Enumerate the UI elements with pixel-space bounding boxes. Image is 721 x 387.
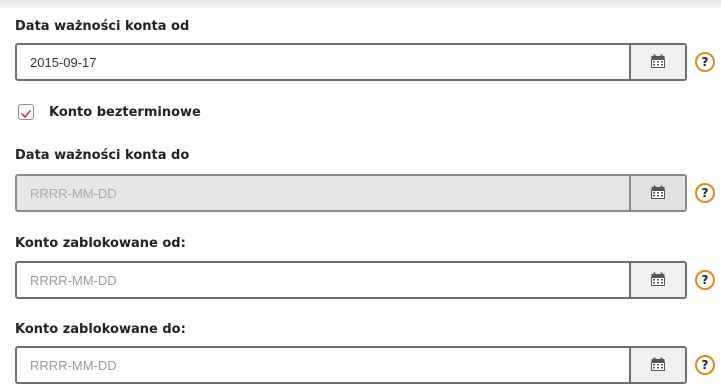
calendar-icon (651, 356, 665, 375)
valid-from-help-icon[interactable]: ? (695, 52, 715, 72)
calendar-icon (651, 184, 665, 203)
blocked-from-group (15, 261, 687, 299)
checkmark-icon (21, 103, 31, 122)
valid-from-input[interactable] (17, 45, 629, 79)
valid-from-calendar-button[interactable] (629, 45, 685, 79)
calendar-icon (651, 53, 665, 72)
blocked-to-label: Konto zablokowane do: (15, 322, 186, 337)
valid-to-group (15, 174, 687, 212)
blocked-from-input[interactable] (17, 263, 629, 297)
valid-to-help-icon[interactable]: ? (695, 183, 715, 203)
blocked-to-calendar-button[interactable] (629, 348, 685, 382)
blocked-from-help-icon[interactable]: ? (695, 270, 715, 290)
blocked-to-help-icon[interactable]: ? (695, 355, 715, 375)
blocked-from-calendar-button[interactable] (629, 263, 685, 297)
unlimited-checkbox-row[interactable]: Konto bezterminowe (18, 104, 201, 120)
top-edge-shadow (0, 0, 721, 10)
valid-to-label: Data ważności konta do (15, 148, 190, 163)
valid-from-group (15, 43, 687, 81)
unlimited-checkbox-label: Konto bezterminowe (49, 104, 201, 120)
blocked-to-group (15, 346, 687, 384)
valid-to-input (17, 176, 629, 210)
valid-to-calendar-button (629, 176, 685, 210)
blocked-to-input[interactable] (17, 348, 629, 382)
blocked-from-label: Konto zablokowane od: (15, 236, 186, 251)
unlimited-checkbox[interactable] (18, 104, 34, 120)
calendar-icon (651, 271, 665, 290)
valid-from-label: Data ważności konta od (15, 19, 190, 34)
